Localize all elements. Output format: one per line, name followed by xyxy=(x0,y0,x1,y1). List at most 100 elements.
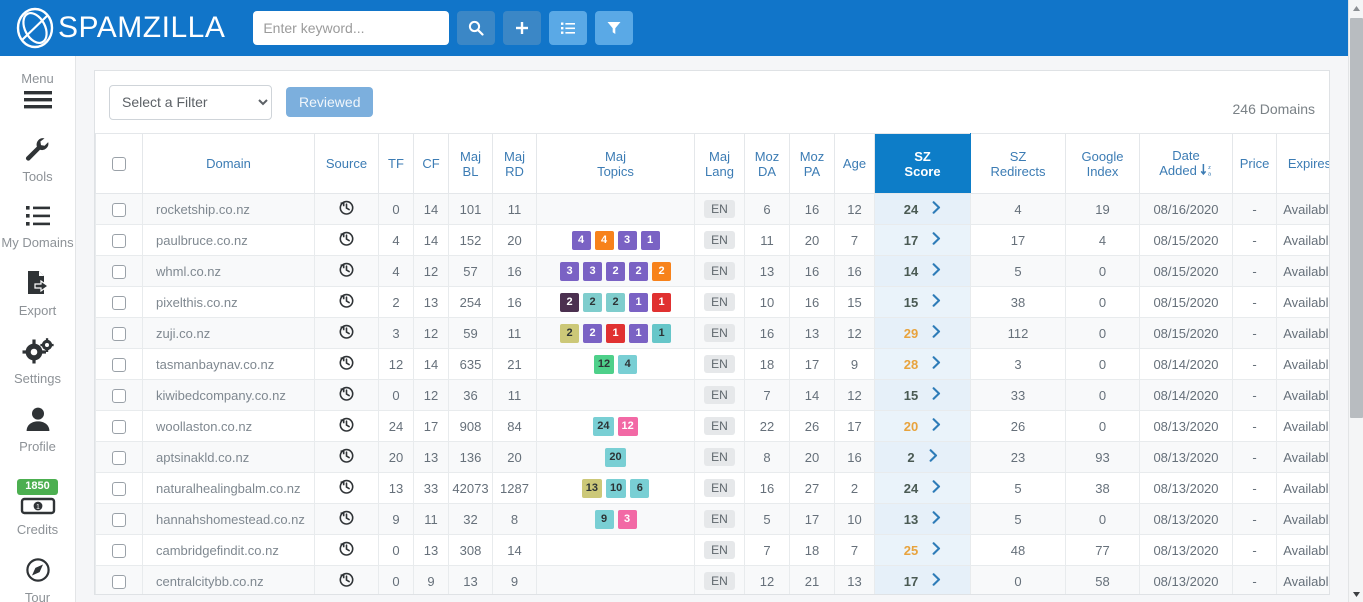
sidebar-item-settings[interactable]: Settings xyxy=(0,338,75,386)
th-sz-score[interactable]: SZ Score xyxy=(874,133,971,194)
cell-source[interactable] xyxy=(314,472,379,504)
th-moz-da[interactable]: Moz DA xyxy=(744,133,790,194)
cell-domain[interactable]: zuji.co.nz xyxy=(142,317,315,349)
sidebar-item-credits[interactable]: 1850 1 Credits xyxy=(0,476,75,537)
row-checkbox[interactable] xyxy=(112,388,126,403)
cell-sz-score[interactable]: 28 xyxy=(874,348,971,380)
cell-source[interactable] xyxy=(314,317,379,349)
topic-badge[interactable]: 2 xyxy=(606,292,625,312)
scrollbar-thumb[interactable] xyxy=(1350,18,1363,418)
sidebar-item-tools[interactable]: Tools xyxy=(0,136,75,184)
cell-source[interactable] xyxy=(314,286,379,318)
topic-badge[interactable]: 2 xyxy=(606,261,625,281)
chevron-right-icon[interactable] xyxy=(932,480,941,496)
chevron-right-icon[interactable] xyxy=(932,325,941,341)
table-row[interactable]: centralcitybb.co.nz 0 9 13 9 EN 12 21 13 17 0 58 08/… xyxy=(95,565,1329,594)
topic-badge[interactable]: 2 xyxy=(583,292,602,312)
chevron-right-icon[interactable] xyxy=(932,418,941,434)
row-checkbox[interactable] xyxy=(112,419,126,434)
topic-badge[interactable]: 12 xyxy=(617,416,638,436)
history-clock-icon[interactable] xyxy=(339,293,354,311)
cell-domain[interactable]: cambridgefindit.co.nz xyxy=(142,534,315,566)
topic-badge[interactable]: 3 xyxy=(617,230,637,250)
history-clock-icon[interactable] xyxy=(339,231,354,249)
cell-source[interactable] xyxy=(314,534,379,566)
topic-badge[interactable]: 1 xyxy=(629,292,648,312)
table-row[interactable]: kiwibedcompany.co.nz 0 12 36 11 EN 7 14 12 15 33 0 0… xyxy=(95,379,1329,411)
th-google-index[interactable]: Google Index xyxy=(1065,133,1140,194)
cell-source[interactable] xyxy=(314,255,379,287)
cell-domain[interactable]: whml.co.nz xyxy=(142,255,315,287)
sidebar-item-export[interactable]: Export xyxy=(0,270,75,318)
th-expires[interactable]: Expires xyxy=(1276,133,1329,194)
cell-source[interactable] xyxy=(314,379,379,411)
table-row[interactable]: tasmanbaynav.co.nz 12 14 635 21 12 4 EN 18 17 9 28 3… xyxy=(95,348,1329,380)
topic-badge[interactable]: 4 xyxy=(571,230,591,250)
cell-source[interactable] xyxy=(314,410,379,442)
filter-button[interactable] xyxy=(595,11,634,45)
search-button[interactable] xyxy=(457,11,496,45)
sidebar-item-tour[interactable]: Tour xyxy=(0,557,75,602)
row-checkbox[interactable] xyxy=(112,326,126,341)
row-checkbox[interactable] xyxy=(112,357,126,372)
row-checkbox[interactable] xyxy=(112,295,126,310)
cell-sz-score[interactable]: 25 xyxy=(874,534,971,566)
history-clock-icon[interactable] xyxy=(339,417,354,435)
th-age[interactable]: Age xyxy=(834,133,875,194)
th-maj-lang[interactable]: Maj Lang xyxy=(694,133,745,194)
cell-domain[interactable]: centralcitybb.co.nz xyxy=(142,565,315,594)
row-checkbox[interactable] xyxy=(112,574,126,589)
topic-badge[interactable]: 13 xyxy=(581,478,602,498)
topic-badge[interactable]: 2 xyxy=(560,292,579,312)
sidebar-item-profile[interactable]: Profile xyxy=(0,406,75,454)
cell-sz-score[interactable]: 20 xyxy=(874,410,971,442)
cell-sz-score[interactable]: 14 xyxy=(874,255,971,287)
topic-badge[interactable]: 3 xyxy=(583,261,602,281)
table-row[interactable]: zuji.co.nz 3 12 59 11 2 2 1 1 1 EN 16 13 12 29 112 0 08/1… xyxy=(95,317,1329,349)
row-checkbox[interactable] xyxy=(112,233,126,248)
table-row[interactable]: naturalhealingbalm.co.nz 13 33 42073 1287 13 1… xyxy=(95,472,1329,504)
table-row[interactable]: paulbruce.co.nz 4 14 152 20 4 4 3 1 EN 11 20 7 17 17 4 0… xyxy=(95,224,1329,256)
th-maj-topics[interactable]: Maj Topics xyxy=(536,133,695,194)
history-clock-icon[interactable] xyxy=(339,355,354,373)
th-domain[interactable]: Domain xyxy=(142,133,315,194)
cell-sz-score[interactable]: 24 xyxy=(874,472,971,504)
row-checkbox[interactable] xyxy=(112,512,126,527)
table-row[interactable]: whml.co.nz 4 12 57 16 3 3 2 2 2 EN 13 16 16 14 5 0 08/15/… xyxy=(95,255,1329,287)
page-vertical-scrollbar[interactable] xyxy=(1348,0,1363,602)
topic-badge[interactable]: 2 xyxy=(583,323,602,343)
th-source[interactable]: Source xyxy=(314,133,379,194)
topic-badge[interactable]: 1 xyxy=(606,323,625,343)
th-maj-rd[interactable]: Maj RD xyxy=(492,133,537,194)
th-maj-bl[interactable]: Maj BL xyxy=(448,133,493,194)
cell-sz-score[interactable]: 17 xyxy=(874,565,971,594)
cell-domain[interactable]: pixelthis.co.nz xyxy=(142,286,315,318)
topic-badge[interactable]: 1 xyxy=(640,230,660,250)
chevron-right-icon[interactable] xyxy=(932,511,941,527)
cell-sz-score[interactable]: 17 xyxy=(874,224,971,256)
topic-badge[interactable]: 1 xyxy=(652,323,671,343)
cell-source[interactable] xyxy=(314,224,379,256)
brand-logo[interactable]: SPAMZILLA xyxy=(14,7,225,49)
cell-domain[interactable]: kiwibedcompany.co.nz xyxy=(142,379,315,411)
select-all-checkbox[interactable] xyxy=(112,157,126,172)
th-price[interactable]: Price xyxy=(1232,133,1277,194)
cell-sz-score[interactable]: 24 xyxy=(874,193,971,225)
sidebar-item-my-domains[interactable]: My Domains xyxy=(0,204,75,250)
chevron-right-icon[interactable] xyxy=(932,201,941,217)
scroll-down-arrow-icon[interactable] xyxy=(1349,586,1363,602)
cell-domain[interactable]: aptsinakld.co.nz xyxy=(142,441,315,473)
cell-source[interactable] xyxy=(314,193,379,225)
topic-badge[interactable]: 4 xyxy=(618,354,638,374)
cell-sz-score[interactable]: 15 xyxy=(874,379,971,411)
cell-sz-score[interactable]: 13 xyxy=(874,503,971,535)
cell-source[interactable] xyxy=(314,441,379,473)
history-clock-icon[interactable] xyxy=(339,262,354,280)
table-row[interactable]: woollaston.co.nz 24 17 908 84 24 12 EN 22 26 17 20 2… xyxy=(95,410,1329,442)
th-moz-pa[interactable]: Moz PA xyxy=(789,133,835,194)
th-cf[interactable]: CF xyxy=(413,133,449,194)
topic-badge[interactable]: 4 xyxy=(594,230,614,250)
th-sz-redirects[interactable]: SZ Redirects xyxy=(970,133,1066,194)
cell-source[interactable] xyxy=(314,348,379,380)
table-row[interactable]: rocketship.co.nz 0 14 101 11 EN 6 16 12 24 4 19 08/1… xyxy=(95,193,1329,225)
